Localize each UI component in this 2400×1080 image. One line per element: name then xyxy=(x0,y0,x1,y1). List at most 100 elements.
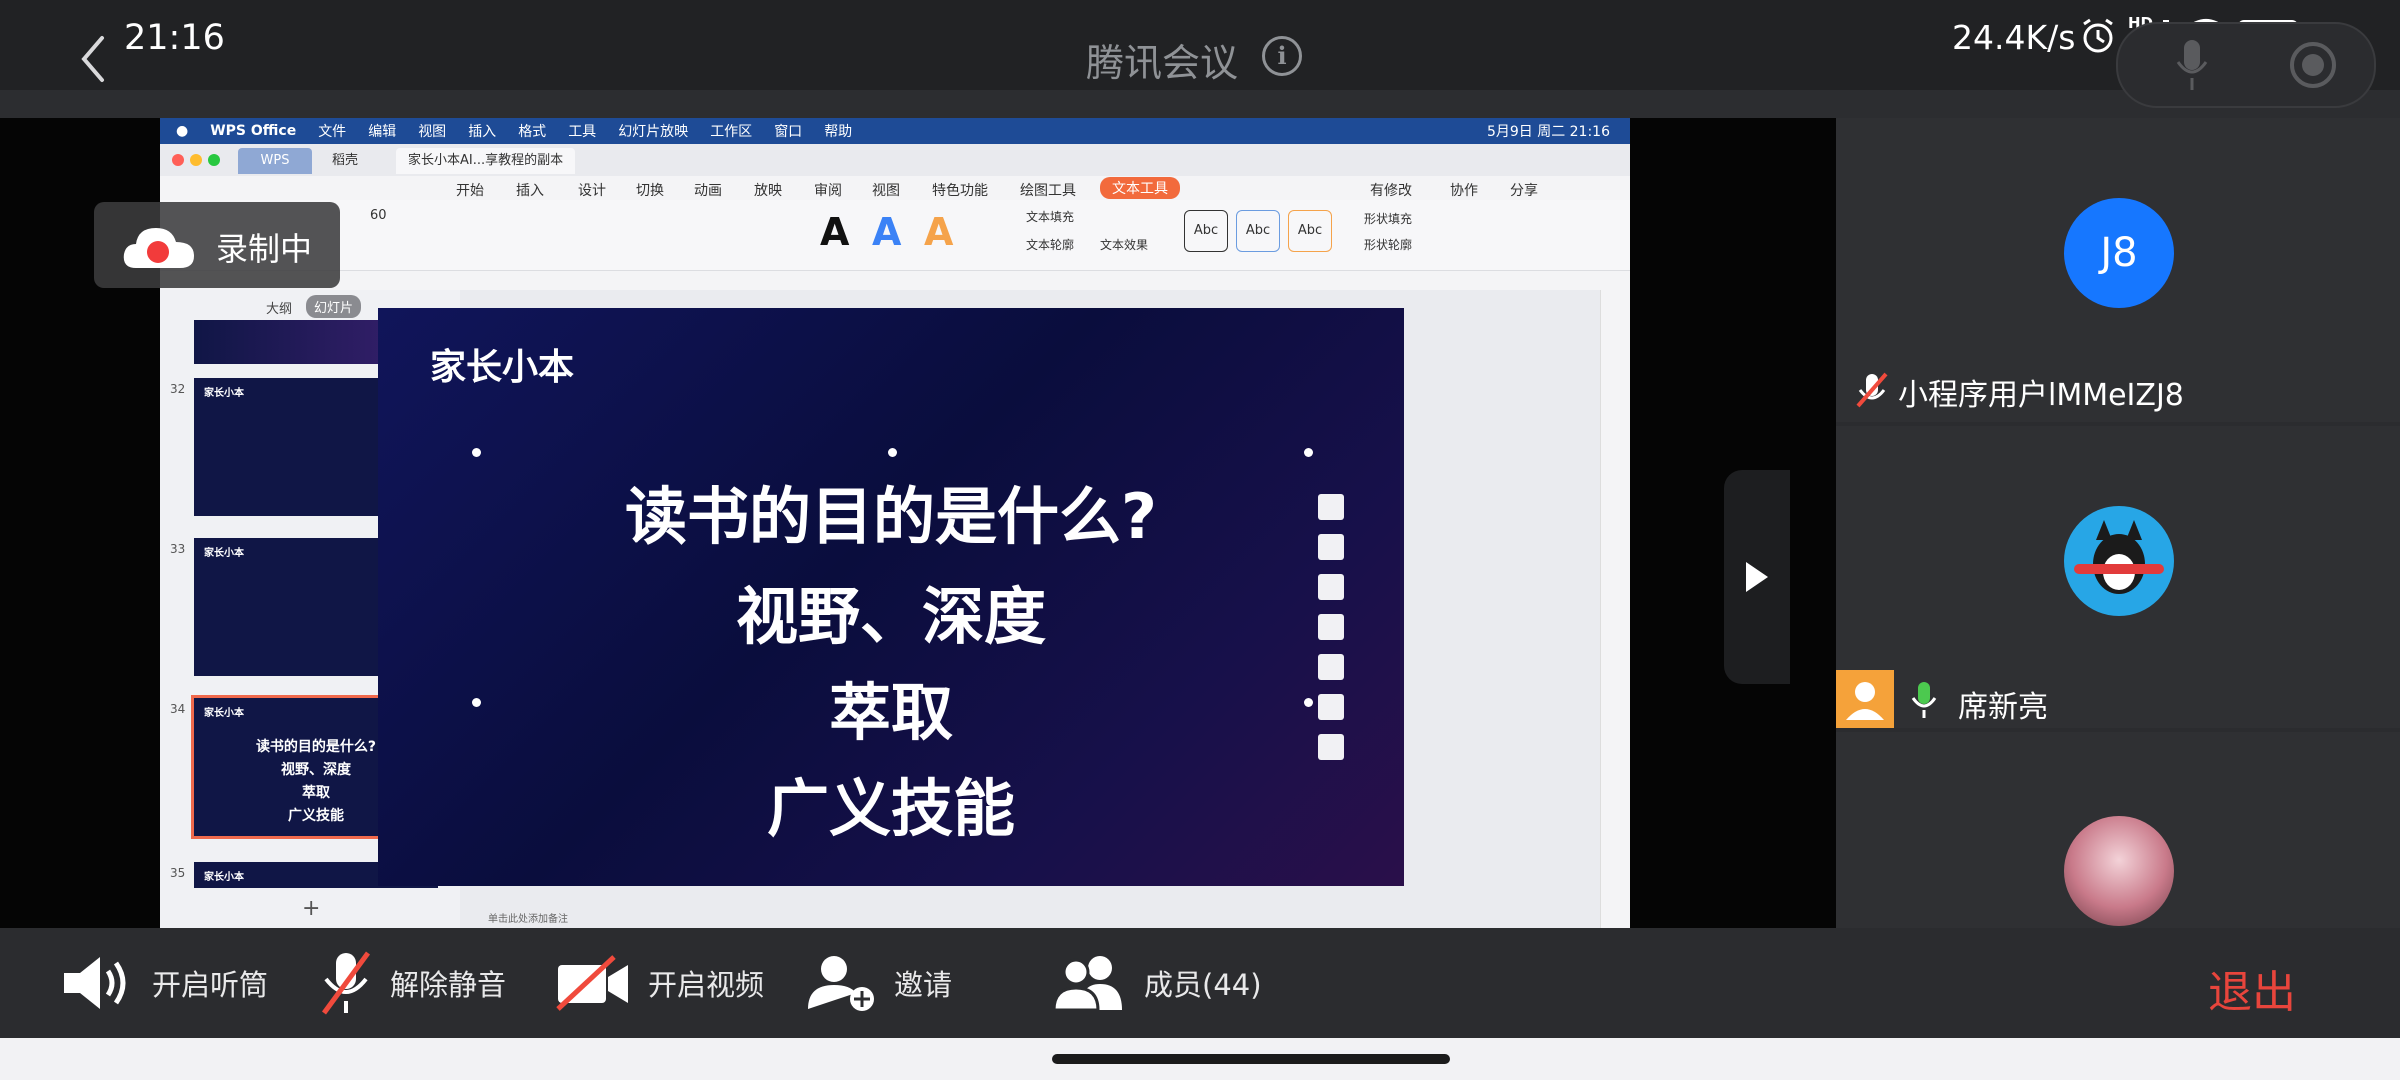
slide-tool-icon xyxy=(1318,734,1344,760)
menu-item: 插入 xyxy=(468,124,497,140)
notes-placeholder: 单击此处添加备注 xyxy=(488,914,568,925)
speaker-button[interactable]: 开启听筒 xyxy=(60,957,269,1009)
selection-handle xyxy=(472,448,481,457)
thumb-brand: 家长小本 xyxy=(204,708,244,719)
ribbon-tab: 开始 xyxy=(456,183,484,199)
thumb-number: 32 xyxy=(170,382,186,396)
style-preset: Abc xyxy=(1236,210,1280,252)
participant-tile[interactable]: J8 小程序用户lMMeIZJ8 xyxy=(1836,118,2400,422)
thumb-number: 35 xyxy=(170,866,186,880)
text-tool: 文本轮廓 xyxy=(1026,238,1075,252)
text-style-blue: A xyxy=(872,210,902,254)
panel-tab-slides: 幻灯片 xyxy=(306,295,362,318)
tab-wps: WPS xyxy=(238,148,312,174)
meeting-title: 腾讯会议 xyxy=(1086,41,1239,85)
recording-cloud-icon xyxy=(123,228,194,268)
speaker-label: 开启听筒 xyxy=(152,968,269,1002)
back-chevron-icon[interactable] xyxy=(78,34,108,84)
slide-tool-icon xyxy=(1318,534,1344,560)
slide-main: 家长小本 读书的目的是什么? 视野、深度 萃取 广义技能 xyxy=(378,308,1404,886)
slide-tool-icon xyxy=(1318,614,1344,640)
exit-button[interactable]: 退出 xyxy=(2208,956,2296,1020)
shared-screen: ● WPS Office 文件 编辑 视图 插入 格式 工具 幻灯片放映 工作区… xyxy=(160,118,1630,928)
menu-item: 格式 xyxy=(518,124,547,140)
ribbon-tab: 切换 xyxy=(636,183,664,199)
style-preset: Abc xyxy=(1184,210,1228,252)
selection-handle xyxy=(1304,698,1313,707)
status-time: 21:16 xyxy=(124,18,225,58)
alarm-icon xyxy=(2083,18,2113,53)
speaker-icon xyxy=(64,957,126,1009)
info-icon[interactable]: i xyxy=(1262,36,1302,76)
mic-active-icon xyxy=(1911,682,1937,718)
record-icon[interactable] xyxy=(2288,40,2338,90)
thumb-number: 34 xyxy=(170,702,186,716)
video-button[interactable]: 开启视频 xyxy=(554,955,765,1011)
ribbon-tab: 绘图工具 xyxy=(1020,183,1076,199)
ribbon-tab: 特色功能 xyxy=(932,183,988,199)
floating-controls xyxy=(2116,22,2376,108)
thumb-brand: 家长小本 xyxy=(204,872,244,883)
shape-tool: 形状填充 xyxy=(1364,212,1413,226)
recording-label: 录制中 xyxy=(216,230,313,268)
add-slide-icon: + xyxy=(302,896,321,921)
menu-item: 编辑 xyxy=(368,124,397,140)
ribbon-tab: 动画 xyxy=(694,183,722,199)
unmute-label: 解除静音 xyxy=(390,968,507,1002)
zoom-dot xyxy=(208,154,220,166)
participant-tile[interactable]: 席新亮 xyxy=(1836,426,2400,728)
wps-tab-bar: WPS 稻壳 家长小本AI...享教程的副本 xyxy=(160,144,1630,176)
avatar: J8 xyxy=(2064,198,2174,308)
video-label: 开启视频 xyxy=(648,968,765,1002)
ribbon-tab: 插入 xyxy=(516,183,544,199)
mic-off-icon xyxy=(321,951,371,1015)
unmute-button[interactable]: 解除静音 xyxy=(318,951,507,1015)
title-bar-divider xyxy=(0,90,2400,118)
style-preset: Abc xyxy=(1288,210,1332,252)
ribbon-right: 有修改 xyxy=(1370,183,1412,199)
text-style-orange: A xyxy=(924,210,954,254)
ribbon-right: 协作 xyxy=(1450,183,1478,199)
participant-tile[interactable] xyxy=(1836,732,2400,928)
right-tool-strip xyxy=(1600,290,1630,928)
slide-tool-icon xyxy=(1318,494,1344,520)
thumb-number: 33 xyxy=(170,542,186,556)
menu-item: 视图 xyxy=(418,124,447,140)
minimize-dot xyxy=(190,154,202,166)
ribbon-right: 分享 xyxy=(1510,183,1538,199)
menu-item: 工具 xyxy=(568,124,597,140)
ribbon-tab: 审阅 xyxy=(814,183,842,199)
ribbon-tab: 设计 xyxy=(578,183,606,199)
home-indicator[interactable] xyxy=(1052,1054,1450,1064)
avatar xyxy=(2064,506,2174,616)
menu-item: 工作区 xyxy=(710,124,753,140)
thumb-brand: 家长小本 xyxy=(204,548,244,559)
mac-clock: 5月9日 周二 21:16 xyxy=(1486,124,1610,140)
mac-menu-bar: ● WPS Office 文件 编辑 视图 插入 格式 工具 幻灯片放映 工作区… xyxy=(160,118,1630,144)
slide-line: 视野、深度 xyxy=(735,580,1046,653)
menu-app: WPS Office xyxy=(210,123,297,139)
text-tool: 文本填充 xyxy=(1026,210,1075,224)
mic-muted-icon xyxy=(1856,372,1888,408)
slide-tool-icon xyxy=(1318,694,1344,720)
host-badge-icon xyxy=(1836,670,1894,728)
mic-icon[interactable] xyxy=(2174,38,2210,92)
slide-line: 广义技能 xyxy=(766,772,1015,845)
shape-tool: 形状轮廓 xyxy=(1364,238,1413,252)
network-speed: 24.4K/s xyxy=(1952,18,2076,57)
thumb-brand: 家长小本 xyxy=(204,388,244,399)
expand-panel-button[interactable] xyxy=(1724,470,1790,684)
members-button[interactable]: 成员(44) xyxy=(1052,956,1262,1012)
ribbon-tab: 视图 xyxy=(872,183,900,199)
menu-item: 窗口 xyxy=(774,124,803,140)
apple-icon: ● xyxy=(176,123,189,139)
participant-name: 席新亮 xyxy=(1958,690,2048,725)
close-dot xyxy=(172,154,184,166)
invite-button[interactable]: 邀请 xyxy=(806,956,952,1011)
slide-tool-icon xyxy=(1318,574,1344,600)
slide-line: 萃取 xyxy=(828,676,953,749)
selection-handle xyxy=(472,698,481,707)
selection-handle xyxy=(1304,448,1313,457)
slide-brand: 家长小本 xyxy=(430,346,575,388)
ribbon-tab: 放映 xyxy=(754,183,782,199)
